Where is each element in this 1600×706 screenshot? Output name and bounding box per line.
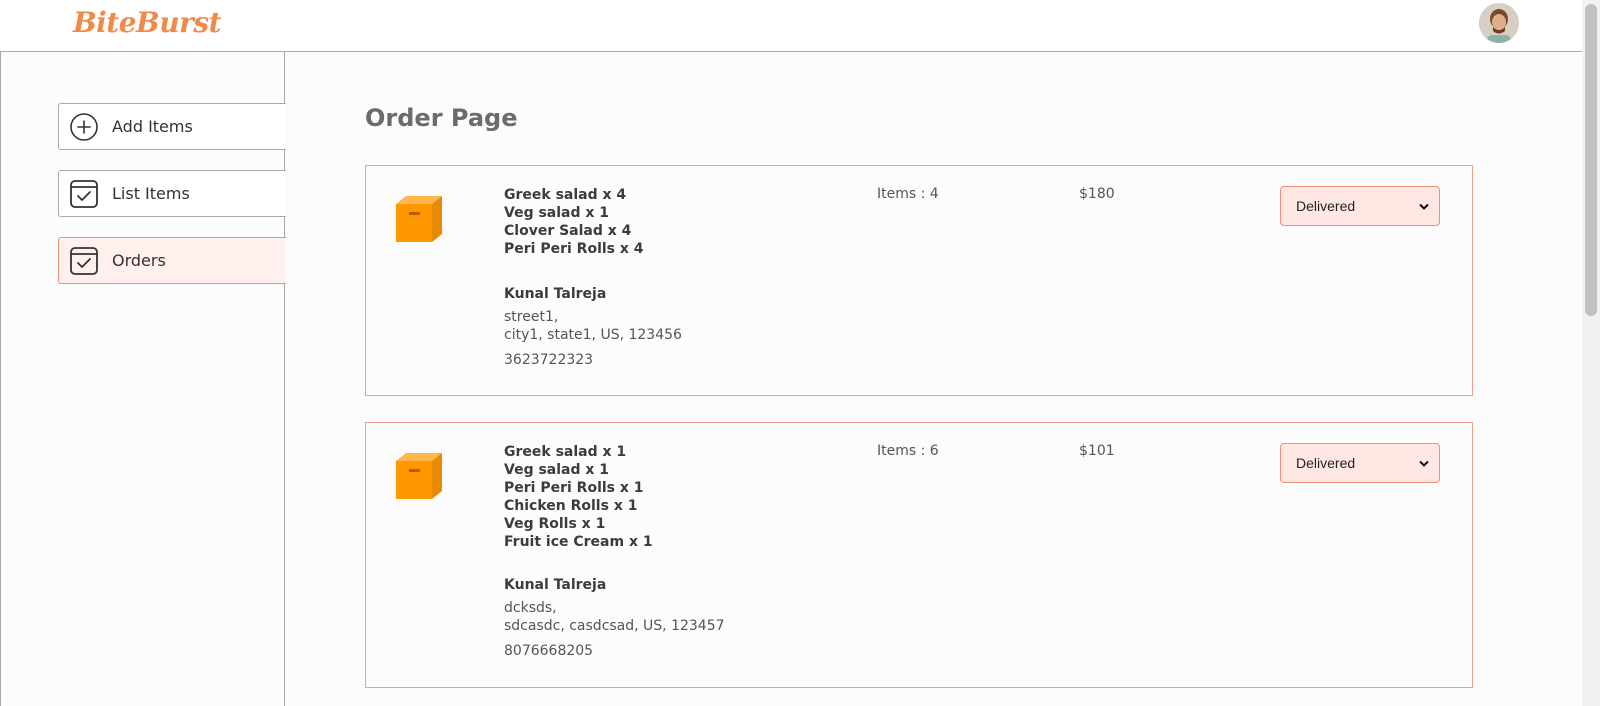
sidebar-item-label: Add Items: [112, 117, 193, 136]
order-item: Chicken Rolls x 1: [504, 498, 638, 514]
sidebar-item-list-items[interactable]: List Items: [58, 170, 286, 217]
order-item: Peri Peri Rolls x 4: [504, 241, 644, 257]
order-item: Fruit ice Cream x 1: [504, 534, 653, 550]
chevron-down-icon: [1419, 455, 1429, 471]
order-items-list: Greek salad x 4 Veg salad x 1 Clover Sal…: [504, 186, 644, 258]
status-selected-value: Delivered: [1296, 198, 1356, 214]
customer-name: Kunal Talreja: [504, 577, 607, 593]
customer-name: Kunal Talreja: [504, 286, 607, 302]
address-line: dcksds,: [504, 600, 557, 616]
order-item: Peri Peri Rolls x 1: [504, 480, 644, 496]
order-item: Greek salad x 4: [504, 187, 627, 203]
address-line: sdcasdc, casdcsad, US, 123457: [504, 618, 725, 634]
order-items-list: Greek salad x 1 Veg salad x 1 Peri Peri …: [504, 443, 653, 551]
checklist-icon: [69, 246, 99, 276]
order-status-select[interactable]: Delivered: [1280, 186, 1440, 226]
order-item: Greek salad x 1: [504, 444, 627, 460]
sidebar-item-add-items[interactable]: Add Items: [58, 103, 286, 150]
order-item: Veg salad x 1: [504, 205, 610, 221]
customer-address: dcksds, sdcasdc, casdcsad, US, 123457: [504, 599, 725, 635]
top-navbar: BiteBurst: [0, 0, 1582, 52]
customer-phone: 8076668205: [504, 643, 594, 659]
chevron-down-icon: [1419, 198, 1429, 214]
item-count: Items : 6: [877, 443, 939, 459]
item-count: Items : 4: [877, 186, 939, 202]
parcel-icon: [394, 451, 442, 499]
app-logo[interactable]: BiteBurst: [73, 6, 222, 39]
customer-address: street1, city1, state1, US, 123456: [504, 308, 682, 344]
customer-phone: 3623722323: [504, 352, 594, 368]
order-status-select[interactable]: Delivered: [1280, 443, 1440, 483]
order-item: Veg salad x 1: [504, 462, 610, 478]
profile-avatar[interactable]: [1479, 3, 1519, 43]
order-item: Clover Salad x 4: [504, 223, 632, 239]
sidebar-item-orders[interactable]: Orders: [58, 237, 286, 284]
status-selected-value: Delivered: [1296, 455, 1356, 471]
sidebar-item-label: Orders: [112, 251, 166, 270]
sidebar-item-label: List Items: [112, 184, 190, 203]
scrollbar-thumb[interactable]: [1585, 4, 1597, 316]
checklist-icon: [69, 179, 99, 209]
page-scrollbar[interactable]: [1582, 0, 1600, 706]
order-card: Greek salad x 1 Veg salad x 1 Peri Peri …: [365, 422, 1473, 688]
order-card: Greek salad x 4 Veg salad x 1 Clover Sal…: [365, 165, 1473, 396]
order-amount: $101: [1079, 443, 1115, 459]
sidebar: Add Items List Items Orders: [0, 52, 286, 706]
order-item: Veg Rolls x 1: [504, 516, 606, 532]
order-amount: $180: [1079, 186, 1115, 202]
page-title: Order Page: [365, 104, 518, 132]
address-line: street1,: [504, 309, 559, 325]
address-line: city1, state1, US, 123456: [504, 327, 682, 343]
parcel-icon: [394, 194, 442, 242]
add-circle-icon: [69, 112, 99, 142]
